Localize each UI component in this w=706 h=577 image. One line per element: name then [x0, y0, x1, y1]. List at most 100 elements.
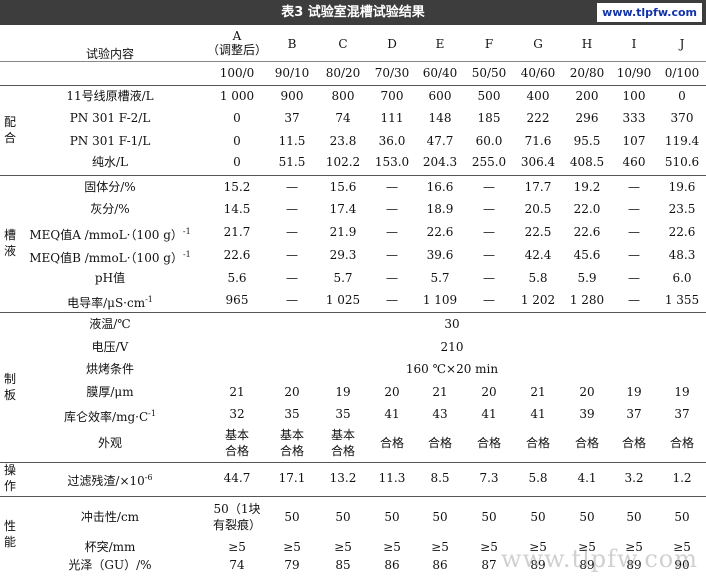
table-cell: 32: [229, 407, 245, 421]
table-cell: ≥5: [228, 540, 246, 554]
table-cell: 22.5: [524, 225, 552, 239]
table-cell: 合格: [669, 436, 694, 450]
table-cell: 1 025: [325, 293, 361, 307]
row-label-text: PN 301 F-2/L: [69, 111, 151, 125]
table-cell: —: [483, 248, 495, 262]
table-cell: 306.4: [520, 155, 556, 169]
table-cell: 21.9: [329, 225, 357, 239]
table-cell: 4.1: [577, 471, 597, 485]
section-label: 制: [3, 372, 16, 386]
table-cell: —: [286, 248, 298, 262]
table-cell: 79: [284, 558, 300, 572]
table-cell: 19: [335, 385, 351, 399]
row-label: 纯水/L: [10, 155, 210, 169]
table-cell: 11.3: [378, 471, 406, 485]
table-cell: 37: [674, 407, 690, 421]
table-cell: 14.5: [223, 202, 251, 216]
table-cell: 100: [622, 89, 646, 103]
ratio-cell: 0/100: [664, 66, 700, 80]
row-label: 11号线原槽液/L: [10, 89, 210, 103]
table-cell: —: [628, 225, 640, 239]
row-label: 过滤残渣/×10-6: [10, 471, 210, 488]
table-cell: 5.9: [577, 271, 597, 285]
table-cell: 20: [481, 385, 497, 399]
table-cell: 153.0: [374, 155, 410, 169]
table-cell: 50: [674, 510, 690, 524]
table-cell: 19.2: [573, 180, 601, 194]
table-cell: 85: [335, 558, 351, 572]
site-link[interactable]: www.tlpfw.com: [597, 3, 702, 22]
rule-line: [0, 85, 706, 86]
column-header: G: [533, 37, 543, 51]
table-cell: 3.2: [624, 471, 644, 485]
table-cell: 20: [579, 385, 595, 399]
table-cell: 35: [335, 407, 351, 421]
table-cell: 111: [380, 111, 404, 125]
table-cell: 45.6: [573, 248, 601, 262]
table-cell: 95.5: [573, 134, 601, 148]
table-cell: 333: [622, 111, 646, 125]
table-cell: 5.7: [333, 271, 353, 285]
table-cell: 23.5: [668, 202, 696, 216]
table-cell: 74: [335, 111, 351, 125]
column-header: A: [232, 29, 242, 43]
table-title-bar: 表3 试验室混槽试验结果 www.tlpfw.com: [0, 0, 706, 25]
table-cell: 29.3: [329, 248, 357, 262]
table-cell: 22.6: [223, 248, 251, 262]
table-cell: 5.8: [528, 471, 548, 485]
column-header-note: （调整后）: [206, 43, 267, 57]
row-label-text: 灰分/%: [90, 202, 130, 216]
table-cell: ≥5: [334, 540, 352, 554]
table-cell: 296: [575, 111, 599, 125]
span-cell: 160 ℃×20 min: [405, 362, 499, 376]
table-cell: 7.3: [479, 471, 499, 485]
table-cell: 43: [432, 407, 448, 421]
table-cell: 60.0: [475, 134, 503, 148]
table-cell: 19: [626, 385, 642, 399]
rule-line: [0, 496, 706, 497]
table-cell: 41: [481, 407, 497, 421]
table-cell: 200: [575, 89, 599, 103]
column-header: B: [287, 37, 297, 51]
table-cell: 510.6: [664, 155, 700, 169]
table-cell: 19.6: [668, 180, 696, 194]
table-cell: 合格: [621, 436, 646, 450]
table-cell: 35: [284, 407, 300, 421]
table-cell: —: [386, 225, 398, 239]
table-cell: 21: [229, 385, 245, 399]
table-cell: 合格: [279, 444, 304, 458]
table-cell: —: [286, 271, 298, 285]
row-label: 电压/V: [91, 340, 129, 354]
row-label-text: 电导率/μS·cm: [67, 296, 146, 310]
table-cell: 合格: [525, 436, 550, 450]
table-cell: —: [386, 180, 398, 194]
table-cell: —: [386, 248, 398, 262]
table-cell: 合格: [427, 436, 452, 450]
table-cell: 185: [477, 111, 501, 125]
ratio-cell: 70/30: [374, 66, 410, 80]
row-label: 液温/℃: [89, 317, 131, 331]
table-cell: 0: [678, 89, 686, 103]
table-cell: 21: [530, 385, 546, 399]
table-cell: 5.6: [227, 271, 247, 285]
column-header: C: [338, 37, 348, 51]
table-cell: 36.0: [378, 134, 406, 148]
table-cell: —: [386, 293, 398, 307]
table-cell: 400: [526, 89, 550, 103]
rule-line: [0, 312, 706, 313]
section-label: 性: [3, 519, 16, 533]
table-cell: 408.5: [569, 155, 605, 169]
row-label-unit-exponent: -1: [145, 295, 153, 304]
table-cell: —: [483, 202, 495, 216]
table-cell: —: [628, 180, 640, 194]
table-cell: 5.7: [430, 271, 450, 285]
table-cell: —: [483, 225, 495, 239]
table-cell: 0: [233, 155, 241, 169]
row-label: 冲击性/cm: [80, 510, 140, 524]
row-label: 库仑效率/mg·C-1: [10, 407, 210, 424]
row-label: 烘烤条件: [85, 362, 134, 376]
column-header: I: [631, 37, 637, 51]
table-cell: 1 109: [422, 293, 458, 307]
table-cell: 19: [674, 385, 690, 399]
row-label: MEQ值B /mmoL·（100 g）-1: [10, 248, 210, 265]
